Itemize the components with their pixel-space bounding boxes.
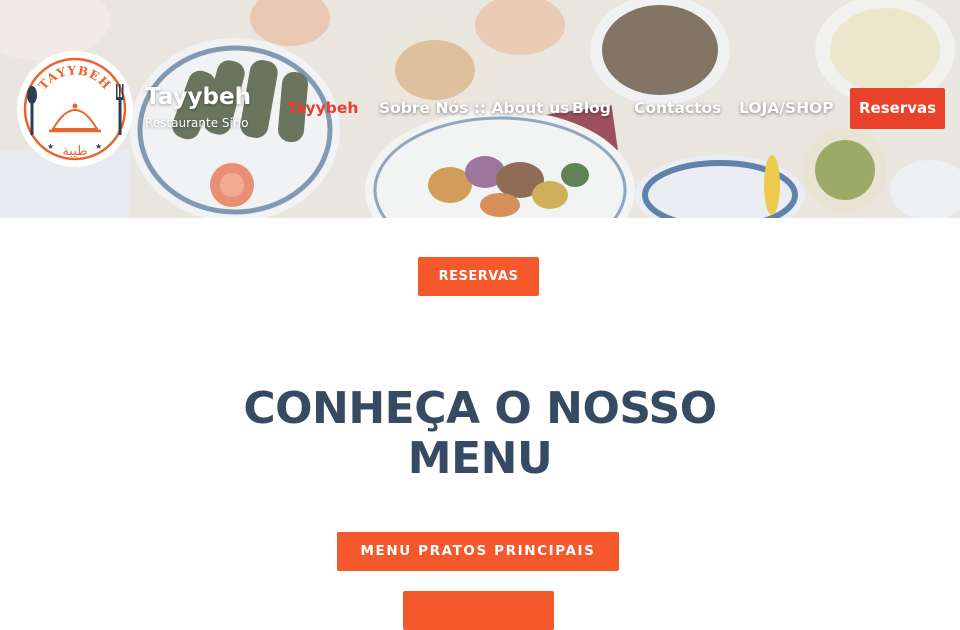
hero-header: TAYYBEH ★ ★ طيبة Tayybeh Restaurante Sír… xyxy=(0,0,960,218)
menu-heading: CONHEÇA O NOSSO MENU xyxy=(243,383,717,484)
reservas-button[interactable]: RESERVAS xyxy=(418,257,539,296)
main-nav: Tayybeh Sobre Nós :: About us Blog Conta… xyxy=(0,99,960,121)
reservas-nav-button[interactable]: Reservas xyxy=(850,88,945,129)
nav-item-about[interactable]: Sobre Nós :: About us xyxy=(379,99,569,117)
svg-text:★: ★ xyxy=(95,142,102,151)
nav-item-blog[interactable]: Blog xyxy=(572,99,611,117)
nav-item-contacts[interactable]: Contactos xyxy=(634,99,721,117)
nav-item-shop[interactable]: LOJA/SHOP xyxy=(739,99,834,117)
next-menu-button[interactable] xyxy=(403,591,554,630)
nav-item-tayybeh[interactable]: Tayybeh xyxy=(287,99,358,117)
menu-main-dishes-button[interactable]: MENU PRATOS PRINCIPAIS xyxy=(337,532,619,571)
svg-text:★: ★ xyxy=(47,142,54,151)
logo-arabic-text: طيبة xyxy=(62,144,87,159)
